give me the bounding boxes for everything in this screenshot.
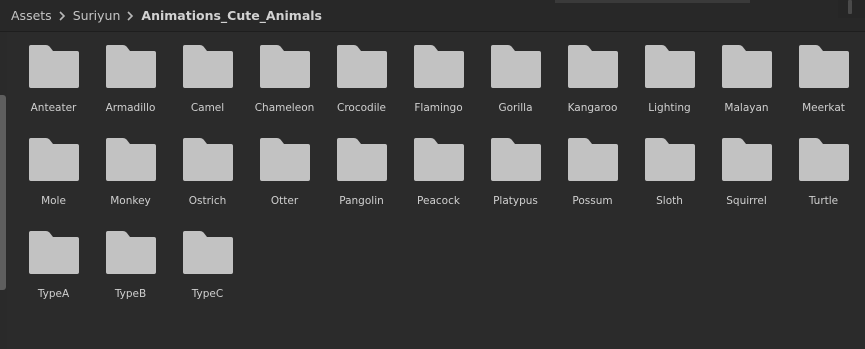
folder-label: TypeB	[114, 288, 147, 300]
folder-label: Squirrel	[726, 195, 767, 207]
window-resize-handle[interactable]	[848, 0, 852, 14]
breadcrumb-item-assets[interactable]: Assets	[11, 8, 52, 23]
folder-label: Sloth	[656, 195, 683, 207]
folder-item-crocodile[interactable]: Crocodile	[323, 45, 400, 138]
folder-label: Possum	[572, 195, 613, 207]
folder-label: Turtle	[808, 195, 839, 207]
folder-icon	[182, 231, 233, 274]
vertical-scrollbar[interactable]	[0, 32, 7, 349]
folder-icon	[567, 138, 618, 181]
breadcrumb: Assets Suriyun Animations_Cute_Animals	[11, 8, 322, 23]
folder-label: Platypus	[493, 195, 538, 207]
folder-item-sloth[interactable]: Sloth	[631, 138, 708, 231]
folder-item-monkey[interactable]: Monkey	[92, 138, 169, 231]
folder-icon	[259, 138, 310, 181]
folder-icon	[721, 45, 772, 88]
folder-icon	[105, 45, 156, 88]
folder-icon	[644, 45, 695, 88]
folder-grid: Anteater Armadillo Camel Chameleon Crocodile…	[15, 45, 865, 324]
chevron-right-icon	[59, 10, 65, 21]
folder-item-kangaroo[interactable]: Kangaroo	[554, 45, 631, 138]
folder-icon	[28, 231, 79, 274]
folder-label: Armadillo	[105, 102, 156, 114]
folder-icon	[28, 45, 79, 88]
folder-icon	[798, 138, 849, 181]
chevron-right-icon	[127, 10, 134, 21]
folder-label: Mole	[41, 195, 66, 207]
folder-item-lighting[interactable]: Lighting	[631, 45, 708, 138]
folder-item-armadillo[interactable]: Armadillo	[92, 45, 169, 138]
folder-icon	[567, 45, 618, 88]
folder-item-possum[interactable]: Possum	[554, 138, 631, 231]
folder-label: Kangaroo	[567, 102, 618, 114]
folder-icon	[413, 45, 464, 88]
folder-label: TypeA	[37, 288, 70, 300]
breadcrumb-item-animations-cute-animals[interactable]: Animations_Cute_Animals	[141, 8, 322, 23]
folder-item-mole[interactable]: Mole	[15, 138, 92, 231]
folder-item-camel[interactable]: Camel	[169, 45, 246, 138]
folder-icon	[490, 138, 541, 181]
breadcrumb-item-suriyun[interactable]: Suriyun	[73, 8, 121, 23]
folder-label: Flamingo	[414, 102, 463, 114]
folder-item-meerkat[interactable]: Meerkat	[785, 45, 862, 138]
folder-icon	[259, 45, 310, 88]
folder-item-typec[interactable]: TypeC	[169, 231, 246, 324]
folder-icon	[182, 138, 233, 181]
folder-label: TypeC	[191, 288, 224, 300]
top-divider	[555, 0, 750, 3]
window-corner	[838, 0, 865, 18]
folder-label: Chameleon	[254, 102, 315, 114]
folder-item-platypus[interactable]: Platypus	[477, 138, 554, 231]
folder-item-gorilla[interactable]: Gorilla	[477, 45, 554, 138]
folder-item-otter[interactable]: Otter	[246, 138, 323, 231]
folder-item-malayan[interactable]: Malayan	[708, 45, 785, 138]
folder-item-typeb[interactable]: TypeB	[92, 231, 169, 324]
folder-label: Crocodile	[337, 102, 386, 114]
folder-icon	[336, 138, 387, 181]
folder-item-squirrel[interactable]: Squirrel	[708, 138, 785, 231]
folder-icon	[721, 138, 772, 181]
project-browser-window: Assets Suriyun Animations_Cute_Animals A…	[0, 0, 865, 349]
folder-icon	[182, 45, 233, 88]
folder-item-peacock[interactable]: Peacock	[400, 138, 477, 231]
breadcrumb-bar: Assets Suriyun Animations_Cute_Animals	[0, 0, 865, 32]
folder-item-flamingo[interactable]: Flamingo	[400, 45, 477, 138]
folder-label: Peacock	[417, 195, 460, 207]
folder-icon	[105, 231, 156, 274]
folder-icon	[28, 138, 79, 181]
folder-label: Pangolin	[339, 195, 384, 207]
folder-label: Lighting	[648, 102, 691, 114]
folder-item-pangolin[interactable]: Pangolin	[323, 138, 400, 231]
folder-icon	[644, 138, 695, 181]
folder-icon	[798, 45, 849, 88]
folder-label: Meerkat	[802, 102, 845, 114]
folder-item-turtle[interactable]: Turtle	[785, 138, 862, 231]
folder-icon	[336, 45, 387, 88]
folder-item-ostrich[interactable]: Ostrich	[169, 138, 246, 231]
folder-label: Ostrich	[188, 195, 227, 207]
folder-label: Camel	[190, 102, 225, 114]
folder-label: Anteater	[30, 102, 77, 114]
folder-icon	[490, 45, 541, 88]
folder-icon	[413, 138, 464, 181]
folder-item-anteater[interactable]: Anteater	[15, 45, 92, 138]
folder-label: Otter	[270, 195, 299, 207]
folder-label: Malayan	[724, 102, 769, 114]
folder-label: Gorilla	[498, 102, 533, 114]
folder-label: Monkey	[110, 195, 151, 207]
folder-icon	[105, 138, 156, 181]
scrollbar-thumb[interactable]	[0, 95, 6, 290]
folder-item-chameleon[interactable]: Chameleon	[246, 45, 323, 138]
folder-item-typea[interactable]: TypeA	[15, 231, 92, 324]
